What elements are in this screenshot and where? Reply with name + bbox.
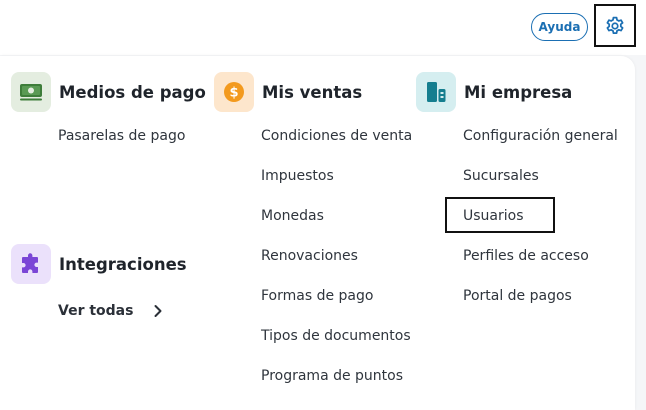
menu-item-monedas[interactable]: Monedas [261, 208, 324, 224]
money-icon-tile [11, 72, 51, 112]
buildings-icon [427, 82, 446, 102]
section-integrations-header: Integraciones [11, 244, 187, 284]
money-icon [20, 84, 42, 101]
puzzle-icon-tile [11, 244, 51, 284]
puzzle-icon [22, 253, 38, 273]
menu-item-portal-de-pagos[interactable]: Portal de pagos [463, 288, 572, 304]
menu-item-condiciones-de-venta[interactable]: Condiciones de venta [261, 128, 412, 144]
dollar-coin-icon-tile: $ [214, 72, 254, 112]
chevron-right-icon [154, 305, 162, 317]
menu-item-pasarelas-de-pago[interactable]: Pasarelas de pago [58, 128, 185, 144]
see-all-integrations-link[interactable]: Ver todas [58, 303, 163, 319]
menu-item-tipos-de-documentos[interactable]: Tipos de documentos [261, 328, 411, 344]
svg-text:$: $ [229, 86, 238, 101]
menu-item-renovaciones[interactable]: Renovaciones [261, 248, 358, 264]
menu-item-impuestos[interactable]: Impuestos [261, 168, 334, 184]
section-sales-title: Mis ventas [262, 82, 363, 102]
usuarios-highlight-box [445, 197, 555, 233]
help-button-label: Ayuda [538, 20, 581, 34]
settings-button[interactable] [594, 4, 636, 47]
section-sales-header: $ Mis ventas [214, 72, 362, 112]
menu-item-formas-de-pago[interactable]: Formas de pago [261, 288, 373, 304]
section-integrations-title: Integraciones [59, 254, 187, 274]
dollar-coin-icon: $ [224, 82, 244, 102]
section-company-title: Mi empresa [464, 82, 573, 102]
section-payments-title: Medios de pago [59, 82, 206, 102]
menu-item-sucursales[interactable]: Sucursales [463, 168, 539, 184]
see-all-label: Ver todas [58, 303, 134, 319]
menu-item-configuracion-general[interactable]: Configuración general [463, 128, 618, 144]
menu-item-programa-de-puntos[interactable]: Programa de puntos [261, 368, 403, 384]
menu-item-perfiles-de-acceso[interactable]: Perfiles de acceso [463, 248, 589, 264]
gear-icon [606, 16, 624, 34]
buildings-icon-tile [416, 72, 456, 112]
help-button[interactable]: Ayuda [531, 13, 588, 41]
section-company-header: Mi empresa [416, 72, 572, 112]
section-payments-header: Medios de pago [11, 72, 206, 112]
top-bar: Ayuda [0, 0, 646, 55]
